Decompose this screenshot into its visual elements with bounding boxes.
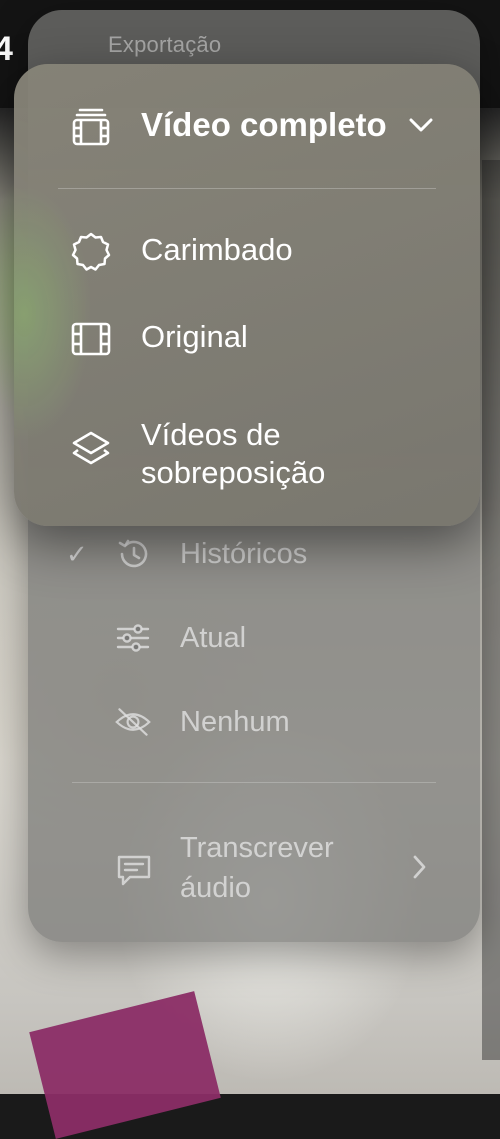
- menu-item-label: Carimbado: [141, 232, 293, 267]
- chevron-right-icon: [412, 854, 428, 885]
- transcrever-label: Transcrever áudio: [180, 828, 334, 908]
- layers-icon: [70, 428, 112, 475]
- film-stack-icon: [70, 106, 112, 153]
- checkmark-icon: ✓: [66, 538, 88, 569]
- menu-item-carimbado[interactable]: Carimbado: [14, 219, 480, 279]
- menu-item-videos-de-sobreposicao[interactable]: Vídeos de sobreposição: [14, 404, 480, 494]
- menu-item-label: Históricos: [180, 537, 308, 570]
- video-completo-label: Vídeo completo: [141, 106, 387, 143]
- menu-divider: [58, 188, 436, 189]
- chevron-down-icon: [408, 116, 434, 139]
- menu-item-original[interactable]: Original: [14, 306, 480, 366]
- menu-divider: [72, 782, 436, 783]
- overlay-label-line1: Vídeos de: [141, 417, 281, 452]
- history-icon: [114, 535, 152, 573]
- menu-item-atual[interactable]: Atual: [28, 608, 480, 668]
- eye-slash-icon: [114, 703, 152, 741]
- video-completo-dropdown[interactable]: Vídeo completo: [14, 64, 480, 188]
- menu-item-label: Vídeos de sobreposição: [141, 416, 325, 492]
- export-menu-title: Exportação: [108, 32, 222, 57]
- video-type-menu-panel: Vídeo completo Carimbado Original Vídeos…: [14, 64, 480, 526]
- sliders-icon: [114, 619, 152, 657]
- menu-item-transcrever-audio[interactable]: Transcrever áudio: [28, 828, 480, 918]
- top-bar-fragment-text: 4: [0, 30, 13, 68]
- menu-item-nenhum[interactable]: Nenhum: [28, 692, 480, 752]
- transcrever-label-line1: Transcrever: [180, 832, 334, 864]
- background-edge-strip: [482, 160, 500, 1060]
- menu-item-label: Original: [141, 319, 248, 354]
- speech-bubble-icon: [114, 852, 154, 895]
- overlay-label-line2: sobreposição: [141, 455, 326, 490]
- menu-item-historicos[interactable]: ✓ Históricos: [28, 524, 480, 584]
- film-icon: [70, 318, 112, 365]
- transcrever-label-line2: áudio: [180, 872, 251, 904]
- menu-item-label: Nenhum: [180, 705, 290, 738]
- badge-seal-icon: [70, 231, 112, 278]
- menu-item-label: Atual: [180, 621, 247, 654]
